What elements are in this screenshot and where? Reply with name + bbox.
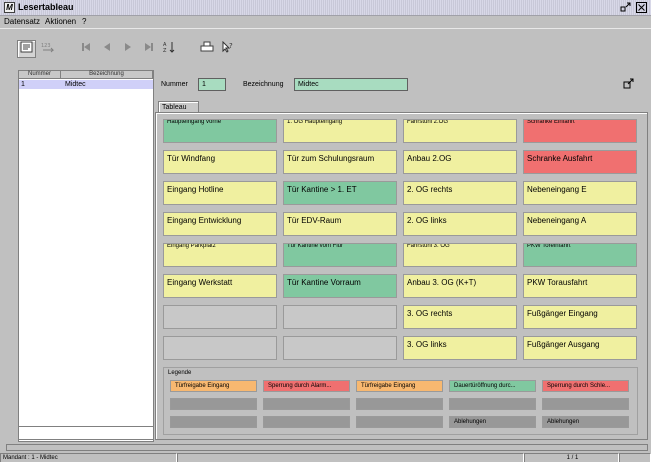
empty-tile[interactable] xyxy=(163,336,277,360)
reader-tile[interactable]: Fahrstuhl 3. OG xyxy=(403,243,517,267)
previous-record-icon[interactable] xyxy=(97,40,116,58)
status-mandant: Mandant : 1 - Midtec xyxy=(0,453,177,462)
nummer-field[interactable]: 1 xyxy=(198,78,226,91)
reader-tile[interactable]: Schranke Ausfahrt xyxy=(523,150,637,174)
nummer-label: Nummer xyxy=(161,81,188,88)
empty-tile[interactable] xyxy=(283,336,397,360)
empty-tile[interactable] xyxy=(283,305,397,329)
print-icon[interactable] xyxy=(197,40,216,58)
reader-tile[interactable]: Nebeneingang E xyxy=(523,181,637,205)
reader-tile[interactable]: Tür Windfang xyxy=(163,150,277,174)
legend-empty-slot xyxy=(263,416,350,428)
close-icon[interactable] xyxy=(636,2,647,13)
legend: Legende Türfreigabe Eingang Sperrung durc… xyxy=(163,367,638,435)
reader-tile[interactable]: 2. OG rechts xyxy=(403,181,517,205)
reader-tile[interactable]: Eingang Werkstatt xyxy=(163,274,277,298)
reader-tile[interactable]: Tür Kantine vom Flur xyxy=(283,243,397,267)
list-filter-field[interactable] xyxy=(18,426,154,440)
reader-tile[interactable]: Tür Kantine Vorraum xyxy=(283,274,397,298)
row-nummer: 1 xyxy=(21,81,25,88)
status-bar: Mandant : 1 - Midtec 1 / 1 xyxy=(0,442,651,462)
restore-icon[interactable] xyxy=(620,2,631,13)
row-bezeichnung: Midtec xyxy=(65,81,86,88)
legend-empty-slot xyxy=(542,398,629,410)
legend-empty-slot xyxy=(356,398,443,410)
external-window-icon[interactable] xyxy=(623,78,634,92)
record-form: Nummer 1 Bezeichnung Midtec xyxy=(156,70,648,98)
legend-empty-slot xyxy=(170,398,257,410)
reader-tile[interactable]: Haupteingang vorne xyxy=(163,119,277,143)
help-pointer-icon[interactable]: ? xyxy=(218,40,237,58)
reader-tile[interactable]: Anbau 3. OG (K+T) xyxy=(403,274,517,298)
empty-tile[interactable] xyxy=(163,305,277,329)
legend-item: Türfreigabe Eingang xyxy=(356,380,443,392)
list-icon[interactable] xyxy=(17,40,36,58)
reader-tile[interactable]: Fahrstuhl 2.OG xyxy=(403,119,517,143)
legend-item: Ablehungen xyxy=(449,416,536,428)
legend-item: Ablehungen xyxy=(542,416,629,428)
reader-tile[interactable]: Fußgänger Ausgang xyxy=(523,336,637,360)
column-header-bezeichnung[interactable]: Bezeichnung xyxy=(61,71,153,79)
reader-tile[interactable]: 3. OG rechts xyxy=(403,305,517,329)
status-message xyxy=(177,453,524,462)
app-icon: M xyxy=(4,2,15,13)
reader-tile[interactable]: Fußgänger Eingang xyxy=(523,305,637,329)
record-list[interactable]: Nummer Bezeichnung 1 Midtec xyxy=(18,70,154,442)
status-extra xyxy=(619,453,651,462)
reader-tile[interactable]: 2. OG links xyxy=(403,212,517,236)
reader-tile[interactable]: Tür zum Schulungsraum xyxy=(283,150,397,174)
next-record-icon[interactable] xyxy=(118,40,137,58)
legend-item: Sperrung durch Schle... xyxy=(542,380,629,392)
status-separator xyxy=(6,444,648,451)
bezeichnung-field[interactable]: Midtec xyxy=(294,78,408,91)
menu-datensatz[interactable]: Datensatz xyxy=(4,17,40,26)
first-record-icon[interactable] xyxy=(76,40,95,58)
reader-tile[interactable]: Anbau 2.OG xyxy=(403,150,517,174)
sort-icon[interactable]: AZ xyxy=(160,40,179,58)
legend-item: Dauertüröffnung durc... xyxy=(449,380,536,392)
reader-tile[interactable]: PKW Torausfahrt xyxy=(523,274,637,298)
reader-tile[interactable]: 3. OG links xyxy=(403,336,517,360)
reader-tile[interactable]: PKW Toreinfahrt xyxy=(523,243,637,267)
legend-item: Türfreigabe Eingang xyxy=(170,380,257,392)
reader-tile[interactable]: 1. OG Haupteingang xyxy=(283,119,397,143)
toolbar: 123 AZ ? xyxy=(0,28,651,68)
svg-text:123: 123 xyxy=(41,43,51,49)
status-page: 1 / 1 xyxy=(524,453,619,462)
svg-text:?: ? xyxy=(229,42,233,50)
legend-empty-slot xyxy=(170,416,257,428)
reader-tile[interactable]: Schranke Einfahrt xyxy=(523,119,637,143)
column-header-nummer[interactable]: Nummer xyxy=(19,71,61,79)
bezeichnung-label: Bezeichnung xyxy=(243,81,284,88)
svg-text:Z: Z xyxy=(163,48,167,53)
legend-empty-slot xyxy=(263,398,350,410)
reader-tile[interactable]: Eingang Parkplatz xyxy=(163,243,277,267)
legend-empty-slot xyxy=(356,416,443,428)
reader-tile[interactable]: Eingang Entwicklung xyxy=(163,212,277,236)
legend-title: Legende xyxy=(168,370,192,376)
table-row[interactable]: 1 Midtec xyxy=(19,80,153,89)
last-record-icon[interactable] xyxy=(139,40,158,58)
reader-tile[interactable]: Eingang Hotline xyxy=(163,181,277,205)
reader-tile[interactable]: Tür Kantine > 1. ET xyxy=(283,181,397,205)
legend-item: Sperrung durch Alarm... xyxy=(263,380,350,392)
menu-aktionen[interactable]: Aktionen xyxy=(45,17,76,26)
reader-tile[interactable]: Nebeneingang A xyxy=(523,212,637,236)
legend-empty-slot xyxy=(449,398,536,410)
menu-help[interactable]: ? xyxy=(82,17,86,26)
number-sort-icon[interactable]: 123 xyxy=(39,40,58,58)
reader-tile[interactable]: Tür EDV-Raum xyxy=(283,212,397,236)
window-title: Lesertableau xyxy=(18,2,74,12)
title-bar: M Lesertableau xyxy=(0,0,651,16)
menu-bar: Datensatz Aktionen ? xyxy=(0,16,651,28)
